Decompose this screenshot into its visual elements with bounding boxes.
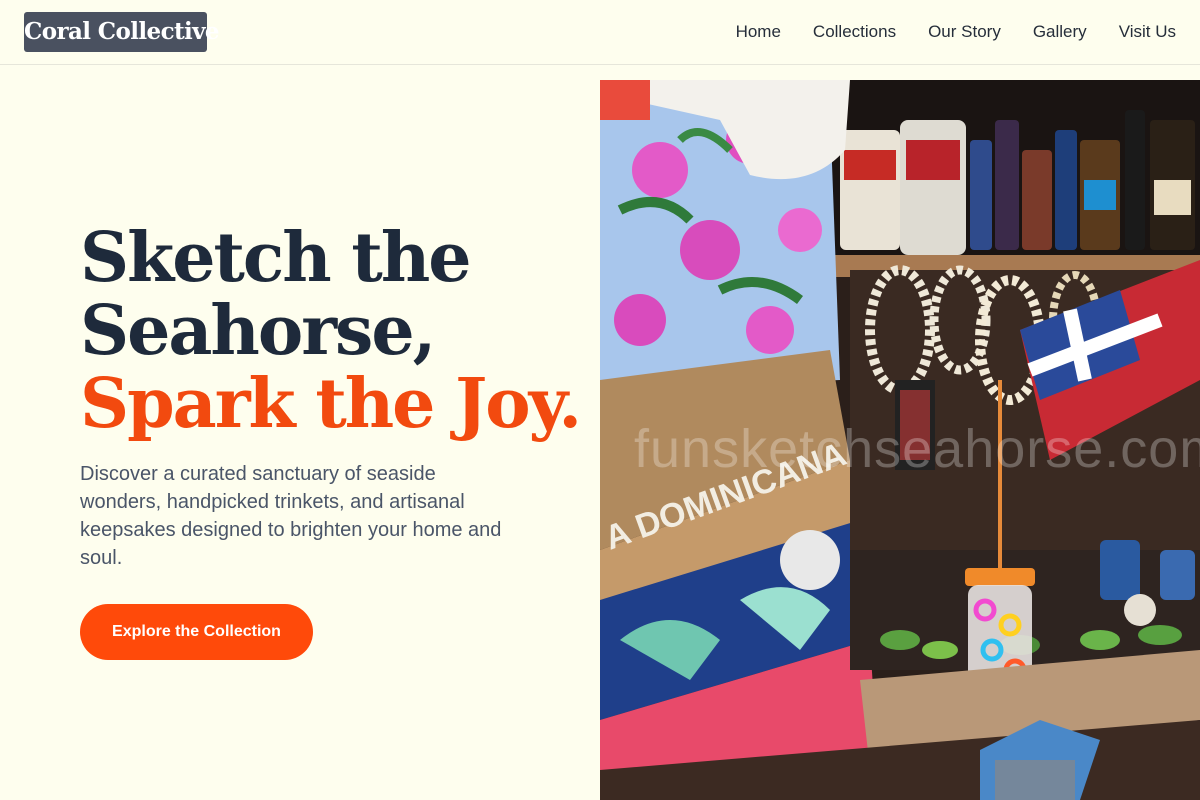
nav-link-home[interactable]: Home <box>736 20 781 44</box>
brand-logo[interactable]: Coral Collective <box>24 12 220 52</box>
hero-title-line-2: Seahorse, <box>80 291 436 371</box>
top-navigation: Coral Collective Home Collections Our St… <box>0 0 1200 65</box>
nav-link-visit-us[interactable]: Visit Us <box>1119 20 1176 44</box>
hero-title-line-1: Sketch the <box>80 218 472 298</box>
hero-title-accent-line: Spark the Joy. <box>80 364 582 444</box>
nav-link-our-story[interactable]: Our Story <box>928 20 1001 44</box>
nav-link-gallery[interactable]: Gallery <box>1033 20 1087 44</box>
bottles-shelf <box>840 110 1195 255</box>
explore-collection-button[interactable]: Explore the Collection <box>80 604 313 660</box>
hero-subtitle: Discover a curated sanctuary of seaside … <box>80 463 502 569</box>
photo-watermark: funsketchseahorse.com <box>634 419 1200 479</box>
hero-title: Sketch the Seahorse, Spark the Joy. <box>80 218 582 444</box>
nav-link-collections[interactable]: Collections <box>813 20 896 44</box>
nav-links: Home Collections Our Story Gallery Visit… <box>736 20 1176 44</box>
